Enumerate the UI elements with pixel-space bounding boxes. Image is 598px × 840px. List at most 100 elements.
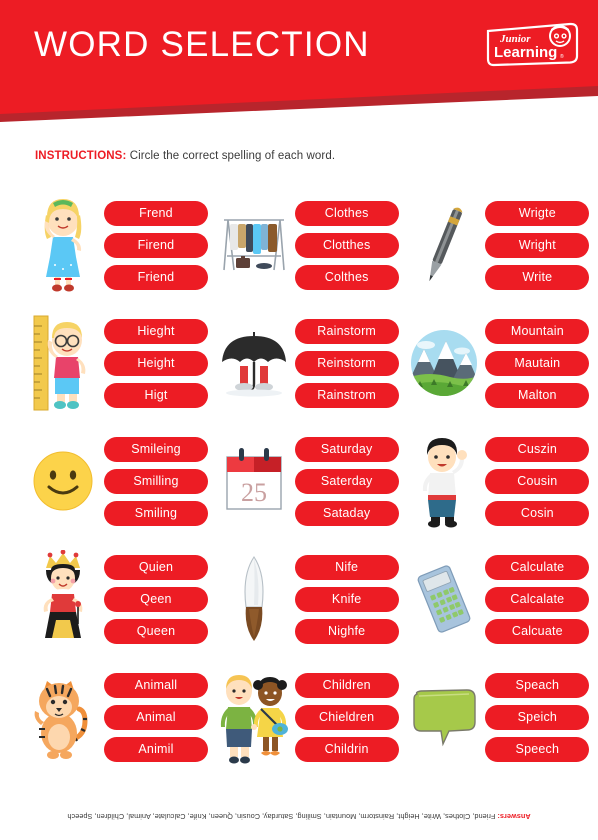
mountain-circle-icon <box>407 313 481 413</box>
pen-icon <box>407 195 481 295</box>
choice-group: Rainstorm Reinstorm Rainstrom <box>294 318 399 408</box>
boy-with-ruler-icon <box>26 313 100 413</box>
choice-option[interactable]: Mountain <box>485 318 590 344</box>
question-cell: Calculate Calcalate Calcuate <box>407 549 598 649</box>
choice-option[interactable]: Firend <box>104 232 208 258</box>
choice-option[interactable]: Queen <box>104 618 208 644</box>
choice-option[interactable]: Smiling <box>104 500 208 526</box>
choice-group: Smileing Smilling Smiling <box>104 436 208 526</box>
question-cell: Smileing Smilling Smiling <box>26 431 217 531</box>
choice-option[interactable]: Reinstorm <box>294 350 399 376</box>
choice-option[interactable]: Malton <box>485 382 590 408</box>
choice-group: Nife Knife Nighfe <box>294 554 399 644</box>
choice-option[interactable]: Speich <box>485 704 590 730</box>
worksheet-row: Hieght Height Higt Rainstorm Reinstorm R… <box>0 304 598 422</box>
question-cell: Cuszin Cousin Cosin <box>407 431 598 531</box>
choice-group: Saturday Saterday Sataday <box>294 436 399 526</box>
choice-group: Wrigte Wright Write <box>485 200 590 290</box>
choice-option[interactable]: Colthes <box>294 264 399 290</box>
choice-option[interactable]: Animil <box>104 736 208 762</box>
choice-option[interactable]: Saterday <box>294 468 399 494</box>
choice-group: Quien Qeen Queen <box>104 554 208 644</box>
choice-group: Clothes Clotthes Colthes <box>294 200 399 290</box>
choice-option[interactable]: Wrigte <box>485 200 590 226</box>
choice-option[interactable]: Nife <box>294 554 399 580</box>
girl-standing-icon <box>26 195 100 295</box>
question-cell: Quien Qeen Queen <box>26 549 217 649</box>
knife-icon <box>217 549 291 649</box>
svg-text:®: ® <box>560 53 564 60</box>
worksheet-row: Animall Animal Animil Children Chieldren… <box>0 658 598 776</box>
question-cell: Mountain Mautain Malton <box>407 313 598 413</box>
choice-option[interactable]: Knife <box>294 586 399 612</box>
tiger-icon <box>26 667 100 767</box>
choice-option[interactable]: Clotthes <box>294 232 399 258</box>
choice-group: Children Chieldren Childrin <box>294 672 399 762</box>
choice-option[interactable]: Children <box>294 672 399 698</box>
page-header: WORD SELECTION Junior Learning ® <box>0 0 598 122</box>
question-cell: Animall Animal Animil <box>26 667 217 767</box>
choice-option[interactable]: Clothes <box>294 200 399 226</box>
choice-group: Frend Firend Friend <box>104 200 208 290</box>
question-cell: Children Chieldren Childrin <box>217 667 408 767</box>
choice-option[interactable]: Hieght <box>104 318 208 344</box>
worksheet-row: Quien Qeen Queen Nife Knife Nighfe Calcu… <box>0 540 598 658</box>
smiley-face-icon <box>26 431 100 531</box>
choice-option[interactable]: Nighfe <box>294 618 399 644</box>
clothes-rack-icon <box>217 195 291 295</box>
choice-group: Calculate Calcalate Calcuate <box>485 554 590 644</box>
answer-key-text: Friend, Clothes, Write, Height, Rainstor… <box>67 812 498 821</box>
choice-option[interactable]: Quien <box>104 554 208 580</box>
choice-option[interactable]: Chieldren <box>294 704 399 730</box>
choice-option[interactable]: Cosin <box>485 500 590 526</box>
question-cell: Clothes Clotthes Colthes <box>217 195 408 295</box>
question-cell: Hieght Height Higt <box>26 313 217 413</box>
choice-option[interactable]: Wright <box>485 232 590 258</box>
svg-text:Learning: Learning <box>494 44 557 61</box>
choice-option[interactable]: Calculate <box>485 554 590 580</box>
choice-option[interactable]: Sataday <box>294 500 399 526</box>
answer-key: Answers: Friend, Clothes, Write, Height,… <box>0 812 598 821</box>
choice-option[interactable]: Height <box>104 350 208 376</box>
choice-option[interactable]: Qeen <box>104 586 208 612</box>
choice-option[interactable]: Childrin <box>294 736 399 762</box>
question-cell: 25 Saturday Saterday Sataday <box>217 431 408 531</box>
choice-option[interactable]: Cousin <box>485 468 590 494</box>
choice-option[interactable]: Animal <box>104 704 208 730</box>
choice-group: Animall Animal Animil <box>104 672 208 762</box>
calculator-icon <box>407 549 481 649</box>
choice-option[interactable]: Rainstorm <box>294 318 399 344</box>
junior-learning-logo: Junior Learning ® <box>484 18 580 68</box>
choice-option[interactable]: Speach <box>485 672 590 698</box>
instructions-line: INSTRUCTIONS: Circle the correct spellin… <box>35 150 335 162</box>
answer-key-label: Answers: <box>497 812 531 821</box>
choice-option[interactable]: Write <box>485 264 590 290</box>
boy-waving-icon <box>407 431 481 531</box>
question-cell: Frend Firend Friend <box>26 195 217 295</box>
choice-option[interactable]: Speech <box>485 736 590 762</box>
question-cell: Speach Speich Speech <box>407 667 598 767</box>
choice-option[interactable]: Friend <box>104 264 208 290</box>
choice-option[interactable]: Smileing <box>104 436 208 462</box>
choice-option[interactable]: Smilling <box>104 468 208 494</box>
choice-group: Hieght Height Higt <box>104 318 208 408</box>
choice-option[interactable]: Calcuate <box>485 618 590 644</box>
choice-option[interactable]: Frend <box>104 200 208 226</box>
calendar-icon: 25 <box>217 431 291 531</box>
choice-option[interactable]: Saturday <box>294 436 399 462</box>
choice-option[interactable]: Cuszin <box>485 436 590 462</box>
choice-option[interactable]: Calcalate <box>485 586 590 612</box>
choice-option[interactable]: Rainstrom <box>294 382 399 408</box>
choice-group: Speach Speich Speech <box>485 672 590 762</box>
choice-option[interactable]: Animall <box>104 672 208 698</box>
choice-option[interactable]: Higt <box>104 382 208 408</box>
calendar-day: 25 <box>241 478 267 507</box>
question-cell: Nife Knife Nighfe <box>217 549 408 649</box>
queen-icon <box>26 549 100 649</box>
question-cell: Wrigte Wright Write <box>407 195 598 295</box>
worksheet-row: Smileing Smilling Smiling 25 Saturday Sa… <box>0 422 598 540</box>
choice-group: Mountain Mautain Malton <box>485 318 590 408</box>
umbrella-boots-icon <box>217 313 291 413</box>
choice-option[interactable]: Mautain <box>485 350 590 376</box>
instructions-text: Circle the correct spelling of each word… <box>129 150 336 162</box>
